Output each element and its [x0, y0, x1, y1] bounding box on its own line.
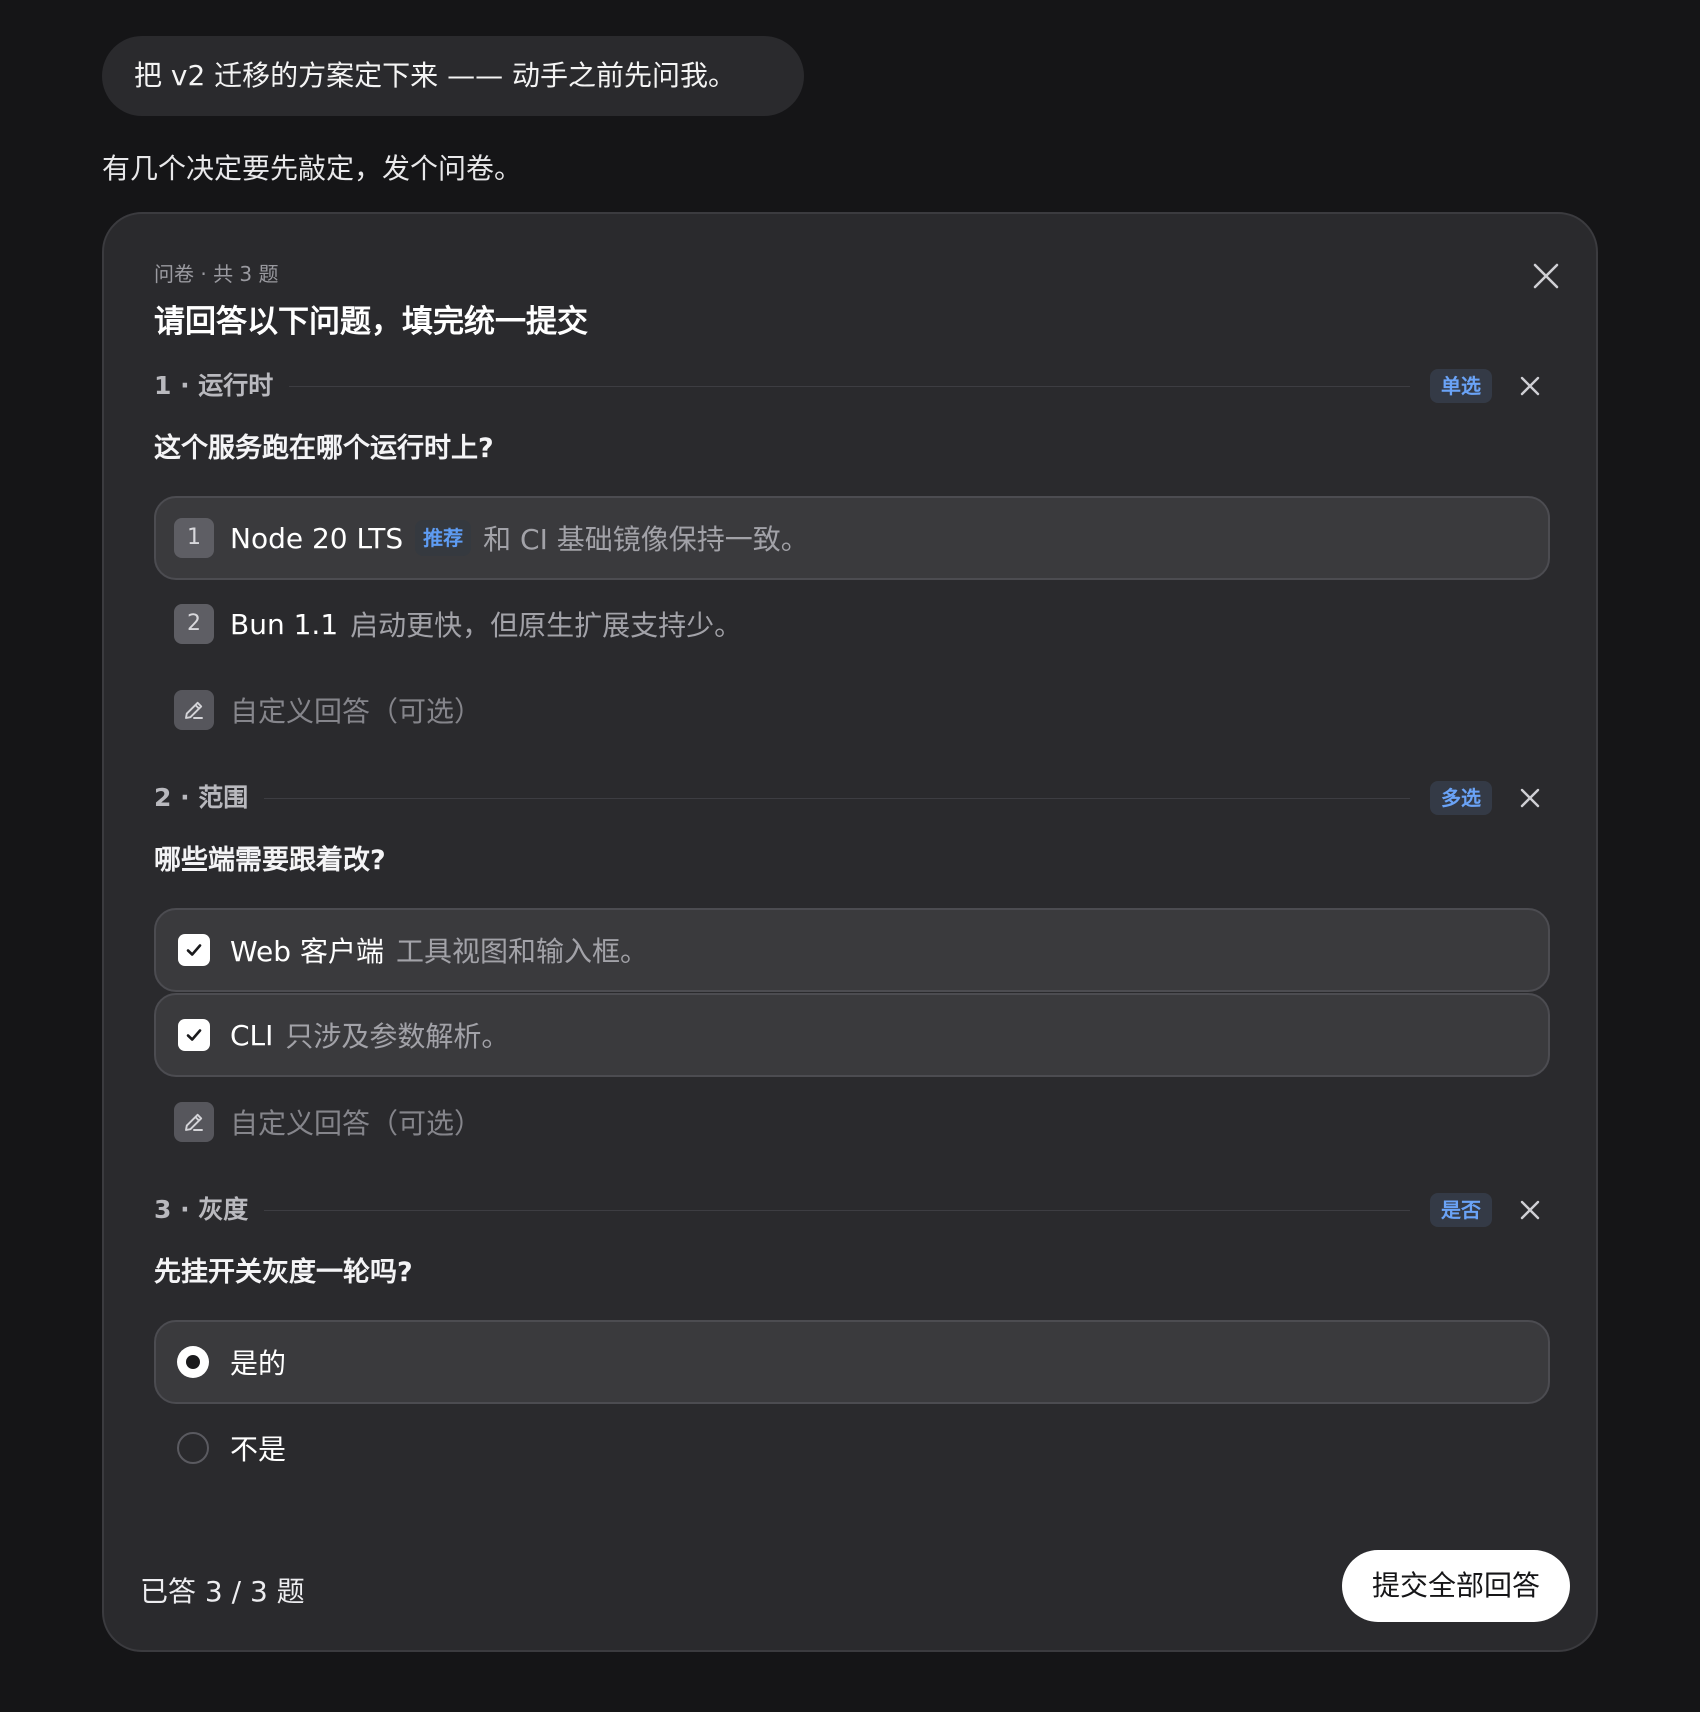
section-header: 2 · 范围 多选	[154, 776, 1550, 820]
user-message-bubble: 把 v2 迁移的方案定下来 —— 动手之前先问我。	[102, 36, 804, 116]
question-text: 先挂开关灰度一轮吗?	[154, 1257, 413, 1288]
question-text: 哪些端需要跟着改?	[154, 845, 386, 876]
section-header: 1 · 运行时 单选	[154, 364, 1550, 408]
option-number: 2	[174, 604, 214, 644]
recommended-badge: 推荐	[415, 520, 472, 556]
checkbox-checked[interactable]	[178, 934, 210, 966]
checkmark-icon	[186, 944, 202, 956]
questionnaire-title: 请回答以下问题，填完统一提交	[154, 304, 588, 340]
option-description: 工具视图和输入框。	[395, 935, 648, 968]
question-type-badge: 是否	[1430, 1193, 1492, 1227]
section-label: 2 · 范围	[154, 776, 265, 820]
section-divider	[154, 798, 1410, 799]
section-divider	[154, 1210, 1410, 1211]
questionnaire-meta: 问卷 · 共 3 题	[154, 262, 279, 286]
question-text: 这个服务跑在哪个运行时上?	[154, 433, 494, 464]
option-yes[interactable]: 是的	[154, 1320, 1550, 1404]
remove-question-button[interactable]	[1515, 1195, 1545, 1225]
radio-selected[interactable]	[177, 1346, 209, 1378]
close-icon	[1520, 376, 1540, 396]
custom-answer-input[interactable]: 自定义回答（可选）	[154, 668, 1550, 752]
custom-answer-input[interactable]: 自定义回答（可选）	[154, 1080, 1550, 1164]
section-divider	[154, 386, 1410, 387]
close-icon	[1533, 263, 1559, 289]
option-description: 只涉及参数解析。	[285, 1020, 510, 1053]
option-label: Bun 1.1	[230, 607, 339, 641]
option-label: 是的	[230, 1347, 287, 1380]
close-icon	[1520, 788, 1540, 808]
option-no[interactable]: 不是	[154, 1406, 1550, 1490]
close-icon	[1520, 1200, 1540, 1220]
question-type-badge: 多选	[1430, 781, 1492, 815]
option-bun-1-1[interactable]: 2 Bun 1.1 启动更快，但原生扩展支持少。	[154, 582, 1550, 666]
assistant-message: 有几个决定要先敲定，发个问卷。	[102, 152, 523, 185]
option-description: 启动更快，但原生扩展支持少。	[350, 609, 743, 642]
option-cli[interactable]: CLI 只涉及参数解析。	[154, 993, 1550, 1077]
checkbox-checked[interactable]	[178, 1019, 210, 1051]
checkmark-icon	[186, 1029, 202, 1041]
submit-all-button[interactable]: 提交全部回答	[1342, 1550, 1570, 1622]
option-label: Node 20 LTS	[230, 521, 404, 555]
edit-icon	[174, 690, 214, 730]
question-type-badge: 单选	[1430, 369, 1492, 403]
section-label: 3 · 灰度	[154, 1188, 265, 1232]
option-label: CLI	[230, 1018, 274, 1052]
questionnaire-card: 问卷 · 共 3 题 请回答以下问题，填完统一提交 1 · 运行时 单选 这个服…	[102, 212, 1598, 1652]
edit-icon	[174, 1102, 214, 1142]
radio-unselected[interactable]	[177, 1432, 209, 1464]
option-web-client[interactable]: Web 客户端 工具视图和输入框。	[154, 908, 1550, 992]
close-questionnaire-button[interactable]	[1522, 252, 1570, 300]
section-label: 1 · 运行时	[154, 364, 290, 408]
remove-question-button[interactable]	[1515, 371, 1545, 401]
answered-progress: 已答 3 / 3 题	[140, 1575, 305, 1608]
user-message-text: 把 v2 迁移的方案定下来 —— 动手之前先问我。	[134, 59, 736, 92]
section-header: 3 · 灰度 是否	[154, 1188, 1550, 1232]
option-label: 不是	[230, 1433, 287, 1466]
option-label: Web 客户端	[230, 935, 384, 968]
remove-question-button[interactable]	[1515, 783, 1545, 813]
option-number: 1	[174, 518, 214, 558]
option-description: 和 CI 基础镜像保持一致。	[483, 523, 809, 556]
custom-answer-placeholder: 自定义回答（可选）	[230, 1107, 483, 1140]
custom-answer-placeholder: 自定义回答（可选）	[230, 695, 483, 728]
option-node-20-lts[interactable]: 1 Node 20 LTS 推荐 和 CI 基础镜像保持一致。	[154, 496, 1550, 580]
